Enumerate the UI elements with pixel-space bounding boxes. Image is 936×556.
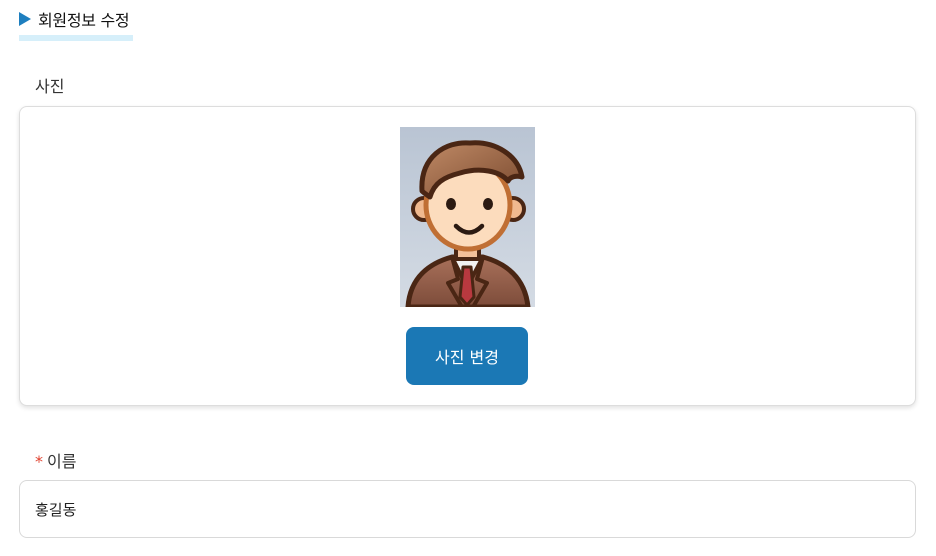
name-input[interactable]: [19, 480, 916, 538]
title-underline: [19, 35, 133, 41]
triangle-right-icon: [19, 12, 31, 26]
change-photo-button[interactable]: 사진 변경: [406, 327, 528, 385]
section-header: 회원정보 수정: [19, 7, 130, 31]
required-mark: *: [35, 452, 43, 471]
photo-card: 사진 변경: [19, 106, 916, 406]
name-label: * 이름: [35, 448, 76, 472]
photo-label: 사진: [35, 77, 65, 96]
page-title: 회원정보 수정: [38, 11, 130, 30]
user-avatar-icon: [400, 127, 535, 307]
name-label-text: 이름: [47, 452, 77, 471]
